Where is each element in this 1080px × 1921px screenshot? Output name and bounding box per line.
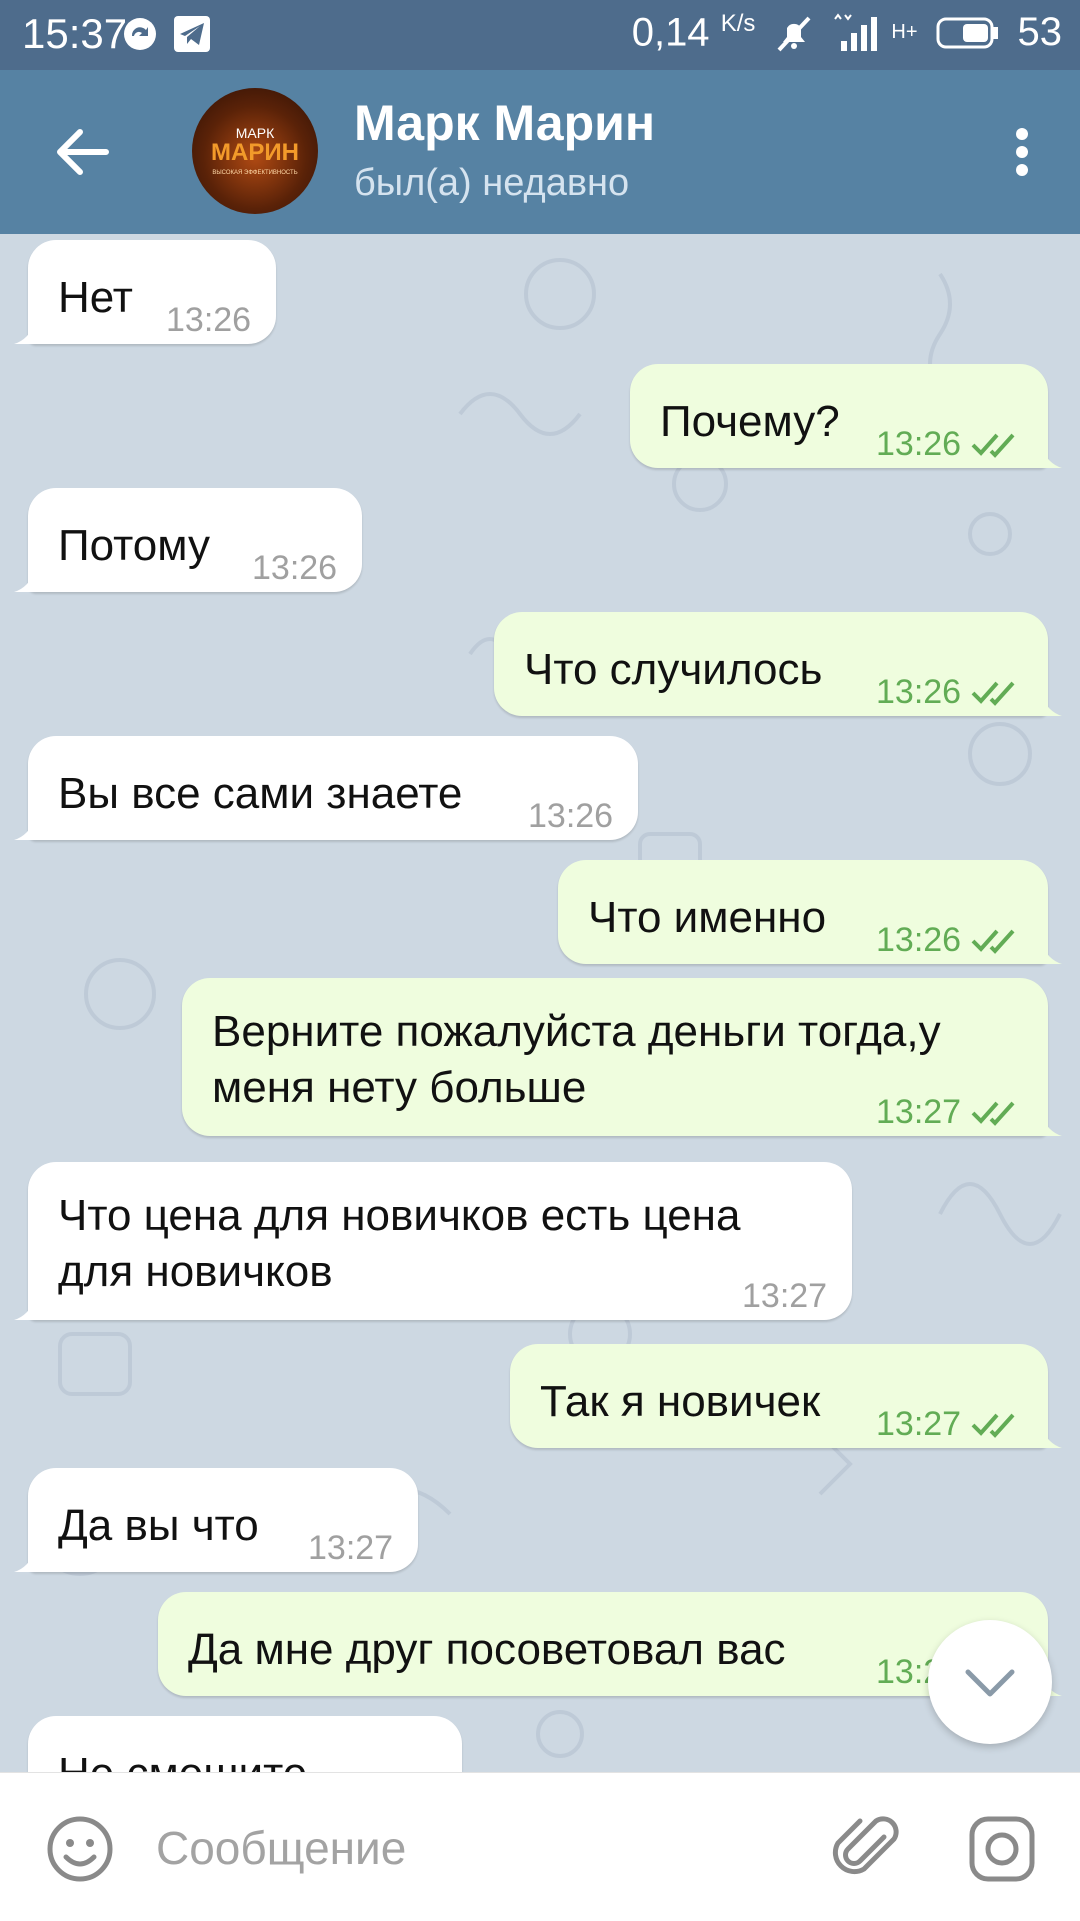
read-check-icon [971,929,1015,954]
bubble-tail [1040,694,1062,716]
message-outgoing[interactable]: Так я новичек 13:27 [510,1344,1062,1448]
emoji-icon[interactable] [44,1813,116,1885]
status-bar: 15:37 0,14 K/s H+ 53 [0,0,1080,70]
telegram-icon [174,16,210,52]
bubble-tail [1040,1426,1062,1448]
message-time: 13:26 [528,797,614,835]
message-incoming[interactable]: Что цена для новичков есть цена для нови… [14,1162,852,1320]
status-time: 15:37 [22,10,128,57]
message-time: 13:27 [876,1093,962,1131]
message-time: 13:26 [876,921,962,959]
bubble-tail [14,570,36,592]
message-text: Что именно [588,893,827,942]
message-time: 13:27 [308,1529,394,1567]
more-options-icon[interactable] [994,122,1050,182]
message-composer [0,1772,1080,1921]
message-incoming[interactable]: Вы все сами знаете 13:26 [14,736,638,840]
bubble-tail [1040,1114,1062,1136]
message-meta: 13:27 [876,1084,1021,1140]
scroll-to-bottom-button[interactable] [928,1620,1052,1744]
message-text: Так я новичек [540,1377,821,1426]
svg-text:МАРИН: МАРИН [211,139,299,166]
bubble-tail [14,1298,36,1320]
network-type: H+ [891,21,918,44]
network-speed: 0,14 K/s [631,10,756,55]
battery-icon [936,17,998,49]
bubble-tail [14,818,36,840]
sync-icon [124,18,156,50]
message-time: 13:26 [166,301,252,339]
message-text: Что цена для новичков есть цена [58,1191,741,1240]
message-meta: 13:26 [876,416,1021,472]
message-text: Да мне друг посоветовал вас [188,1625,786,1674]
bubble-tail [1040,942,1062,964]
message-time: 13:26 [876,673,962,711]
chat-title[interactable]: Марк Марин [354,94,655,152]
message-incoming[interactable]: Нет 13:26 [14,240,276,344]
message-time: 13:26 [252,549,338,587]
camera-icon[interactable] [966,1813,1038,1885]
bubble-tail [1040,446,1062,468]
message-outgoing[interactable]: Что именно 13:26 [558,860,1062,964]
message-time: 13:27 [742,1277,828,1315]
message-meta: 13:26 [876,664,1021,720]
message-outgoing[interactable]: Почему? 13:26 [630,364,1062,468]
attach-icon[interactable] [828,1809,908,1889]
message-text-line2: меня нету больше [212,1063,587,1112]
message-text: Потому [58,521,211,570]
avatar[interactable]: МАРК МАРИН ВЫСОКАЯ ЭФФЕКТИВНОСТЬ [192,88,318,214]
message-text: Что случилось [524,645,823,694]
message-text-line2: для новичков [58,1247,333,1296]
avatar-logo: МАРК МАРИН ВЫСОКАЯ ЭФФЕКТИВНОСТЬ [211,125,299,176]
chat-header: МАРК МАРИН ВЫСОКАЯ ЭФФЕКТИВНОСТЬ Марк Ма… [0,70,1080,234]
message-time: 13:26 [876,425,962,463]
read-check-icon [971,1101,1015,1126]
chat-status: был(а) недавно [354,162,630,204]
message-input[interactable] [154,1809,798,1887]
message-text: Вы все сами знаете [58,769,463,818]
back-arrow-icon[interactable] [52,122,112,182]
message-outgoing[interactable]: Да мне друг посоветовал вас 13:2 [158,1592,1062,1696]
message-meta: 13:27 [876,1396,1021,1452]
read-check-icon [971,1413,1015,1438]
message-text: Не смешите [58,1746,307,1772]
message-incoming[interactable]: Потому 13:26 [14,488,362,592]
message-list[interactable]: Нет 13:26 Почему? 13:26 Потому 13:26 Что… [0,234,1080,1772]
message-incoming[interactable]: Да вы что 13:27 [14,1468,418,1572]
message-incoming[interactable]: Не смешите [28,1716,462,1772]
battery-level: 53 [1017,10,1063,55]
read-check-icon [971,433,1015,458]
signal-icon [834,12,878,51]
message-time: 13:27 [876,1405,962,1443]
bubble-tail [14,1550,36,1572]
message-meta: 13:26 [876,912,1021,968]
bubble-tail [14,322,36,344]
chevron-down-icon [965,1669,1015,1697]
message-text: Верните пожалуйста деньги тогда,у [212,1007,941,1056]
message-text: Нет [58,273,133,322]
message-outgoing[interactable]: Что случилось 13:26 [494,612,1062,716]
message-text: Да вы что [58,1501,259,1550]
mute-icon [777,16,811,52]
status-right: 0,14 K/s H+ 53 [632,10,1062,55]
message-outgoing[interactable]: Верните пожалуйста деньги тогда,у меня н… [182,978,1062,1136]
svg-text:ВЫСОКАЯ ЭФФЕКТИВНОСТЬ: ВЫСОКАЯ ЭФФЕКТИВНОСТЬ [212,170,297,176]
read-check-icon [971,681,1015,706]
message-text: Почему? [660,397,840,446]
